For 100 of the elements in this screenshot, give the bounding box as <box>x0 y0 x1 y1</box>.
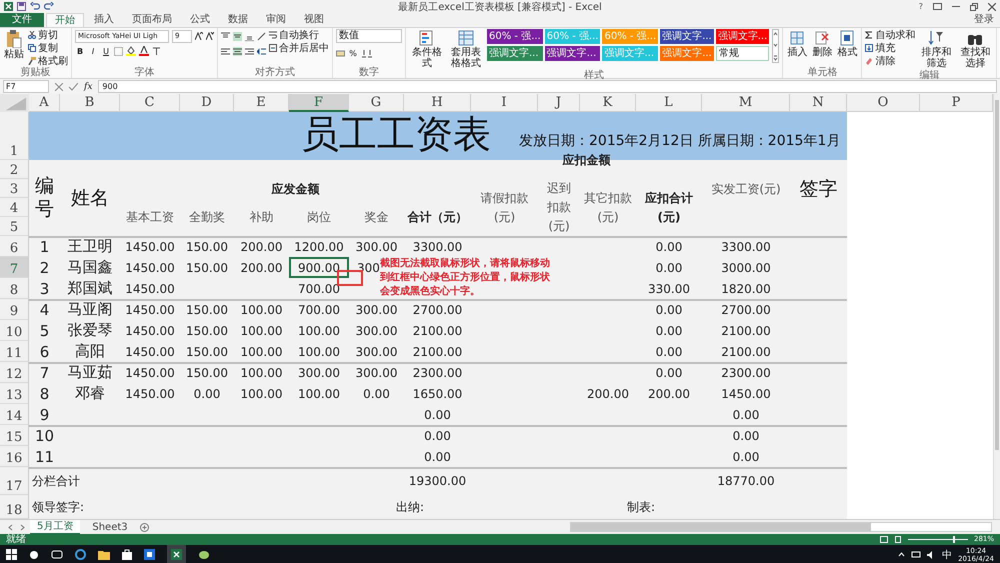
redo-icon[interactable] <box>44 2 54 11</box>
column-header[interactable]: G <box>349 94 404 112</box>
add-sheet-icon[interactable] <box>140 522 149 532</box>
cell-style-swatch[interactable]: 强调文字... <box>487 46 543 61</box>
percent-button[interactable]: % <box>348 48 358 58</box>
wrap-text-button[interactable]: 自动换行 <box>269 29 329 41</box>
align-middle-icon[interactable] <box>233 32 242 40</box>
row-header[interactable]: 15 <box>0 425 29 446</box>
paste-button[interactable]: 粘贴 <box>3 29 25 61</box>
phonetic-icon[interactable] <box>152 46 161 56</box>
font-grow-icon[interactable] <box>195 32 203 40</box>
column-header[interactable]: I <box>471 94 538 112</box>
app-icon[interactable] <box>144 549 155 560</box>
zoom-slider-thumb[interactable] <box>952 536 955 543</box>
row-header[interactable]: 10 <box>0 320 29 341</box>
format-cells-button[interactable]: 格式 <box>836 29 858 59</box>
indent-icon[interactable] <box>257 46 266 56</box>
sheet-tab[interactable]: 5月工资 <box>30 520 80 534</box>
name-box[interactable]: F7 <box>3 80 49 93</box>
clear-button[interactable]: 清除 <box>865 55 916 67</box>
row-header[interactable]: 9 <box>0 299 29 320</box>
sort-filter-button[interactable]: 排序和筛选 <box>918 29 954 70</box>
column-header[interactable]: O <box>847 94 920 112</box>
sheet-tab[interactable]: Sheet3 <box>85 520 135 534</box>
column-header[interactable]: K <box>580 94 636 112</box>
fill-color-icon[interactable] <box>126 46 136 56</box>
formula-input[interactable]: 900 <box>98 80 997 93</box>
windows-start-icon[interactable] <box>6 549 17 560</box>
ribbon-tab[interactable]: 数据 <box>220 13 256 27</box>
row-header[interactable]: 16 <box>0 446 29 467</box>
network-icon[interactable] <box>911 550 922 558</box>
format-as-table-button[interactable]: 套用表格格式 <box>448 29 484 70</box>
autosum-button[interactable]: 自动求和 <box>865 29 916 41</box>
align-left-icon[interactable] <box>221 46 230 56</box>
align-top-icon[interactable] <box>221 32 230 40</box>
minimize-icon[interactable] <box>952 6 960 8</box>
ribbon-tab[interactable]: 视图 <box>296 13 332 27</box>
gallery-scroll-icon[interactable] <box>772 29 780 63</box>
column-header[interactable]: B <box>60 94 120 112</box>
row-header[interactable]: 11 <box>0 341 29 362</box>
column-header[interactable]: H <box>404 94 471 112</box>
row-header[interactable]: 6 <box>0 236 29 257</box>
undo-icon[interactable] <box>30 2 40 11</box>
check-icon[interactable] <box>69 82 78 90</box>
border-icon[interactable] <box>114 46 123 56</box>
column-header[interactable]: P <box>920 94 993 112</box>
delete-cells-button[interactable]: 删除 <box>811 29 834 59</box>
normal-view-icon[interactable] <box>880 536 888 543</box>
cell-style-swatch[interactable]: 强调文字... <box>544 46 600 61</box>
ribbon-tab[interactable]: 公式 <box>182 13 218 27</box>
row-header[interactable]: 12 <box>0 362 29 383</box>
align-center-icon[interactable] <box>233 46 242 56</box>
column-header[interactable]: D <box>180 94 234 112</box>
row-header[interactable]: 14 <box>0 404 29 425</box>
format-painter-button[interactable]: 格式刷 <box>28 55 68 67</box>
excel-app-icon[interactable] <box>171 548 182 560</box>
vertical-scrollbar[interactable] <box>993 94 1000 519</box>
cancel-icon[interactable] <box>55 82 63 90</box>
bold-button[interactable]: B <box>75 46 85 56</box>
italic-button[interactable]: I <box>88 46 98 56</box>
row-header[interactable]: 1 <box>0 112 29 160</box>
column-header[interactable]: M <box>702 94 790 112</box>
sign-in-link[interactable]: 登录 <box>974 13 1000 27</box>
column-header[interactable]: C <box>120 94 180 112</box>
row-header[interactable]: 2 <box>0 160 29 179</box>
ribbon-tab[interactable]: 审阅 <box>258 13 294 27</box>
font-color-icon[interactable] <box>139 46 149 56</box>
cell-style-swatch[interactable]: 强调文字... <box>716 29 770 44</box>
row-header[interactable]: 8 <box>0 278 29 299</box>
insert-function-button[interactable]: fx <box>84 82 92 92</box>
next-sheet-icon[interactable] <box>19 524 25 530</box>
input-method-indicator[interactable]: 中 <box>942 548 952 562</box>
task-view-icon[interactable] <box>51 550 63 559</box>
row-header[interactable]: 5 <box>0 217 29 236</box>
find-select-button[interactable]: 查找和选择 <box>957 29 994 70</box>
save-icon[interactable] <box>17 2 26 11</box>
browser-icon[interactable] <box>75 549 86 560</box>
insert-cells-button[interactable]: 插入 <box>786 29 808 59</box>
column-header[interactable]: E <box>234 94 289 112</box>
ribbon-tab[interactable]: 开始 <box>46 13 84 27</box>
row-header[interactable]: 7 <box>0 257 29 278</box>
number-format-field[interactable]: 数值 <box>336 29 402 43</box>
ribbon-tab[interactable]: 插入 <box>86 13 122 27</box>
column-header[interactable]: L <box>636 94 702 112</box>
ribbon-display-icon[interactable] <box>933 3 942 10</box>
column-header[interactable]: F <box>289 94 349 112</box>
cell-style-swatch[interactable]: 常规 <box>716 46 770 61</box>
cut-button[interactable]: 剪切 <box>28 29 68 41</box>
currency-icon[interactable] <box>336 48 345 58</box>
restore-icon[interactable] <box>970 2 978 10</box>
cell-style-swatch[interactable]: 强调文字... <box>660 29 714 44</box>
column-header[interactable]: N <box>790 94 847 112</box>
previous-sheet-icon[interactable] <box>8 524 14 530</box>
conditional-format-button[interactable]: 条件格式 <box>409 29 445 70</box>
row-header[interactable]: 13 <box>0 383 29 404</box>
align-right-icon[interactable] <box>245 46 254 56</box>
row-header[interactable]: 4 <box>0 198 29 217</box>
row-header[interactable]: 18 <box>0 495 29 519</box>
excel-logo-icon[interactable] <box>4 2 13 11</box>
search-icon[interactable] <box>29 550 39 560</box>
